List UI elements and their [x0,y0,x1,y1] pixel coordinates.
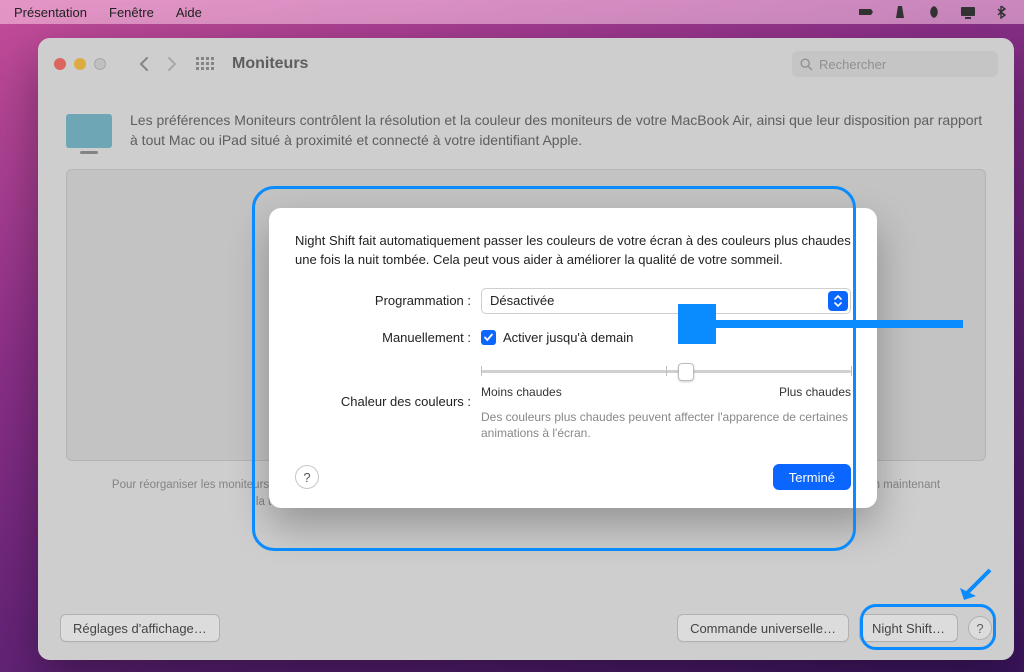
app-icon-1[interactable] [858,5,874,19]
schedule-value: Désactivée [490,293,554,308]
menu-presentation[interactable]: Présentation [14,5,87,20]
menu-window[interactable]: Fenêtre [109,5,154,20]
manual-checkbox[interactable] [481,330,496,345]
schedule-label: Programmation : [295,293,481,308]
warmth-note: Des couleurs plus chaudes peuvent affect… [481,409,851,443]
warmth-label: Chaleur des couleurs : [295,394,481,409]
checkmark-icon [483,332,494,343]
warmth-slider[interactable] [481,361,851,381]
schedule-select[interactable]: Désactivée [481,288,851,314]
menubar: Présentation Fenêtre Aide [0,0,1024,24]
sheet-intro: Night Shift fait automatiquement passer … [295,232,851,270]
warmth-max-label: Plus chaudes [779,385,851,399]
menu-help[interactable]: Aide [176,5,202,20]
chevron-updown-icon [828,291,848,311]
bluetooth-icon[interactable] [994,5,1010,19]
warmth-min-label: Moins chaudes [481,385,562,399]
done-button[interactable]: Terminé [773,464,851,490]
menubar-tray [858,5,1010,19]
leaf-icon[interactable] [926,5,942,19]
preferences-window: Moniteurs Rechercher Les préférences Mon… [38,38,1014,660]
night-shift-sheet: Night Shift fait automatiquement passer … [269,208,877,508]
manual-label: Manuellement : [295,330,481,345]
display-icon[interactable] [960,5,976,19]
sheet-help-button[interactable]: ? [295,465,319,489]
manual-checkbox-label[interactable]: Activer jusqu'à demain [503,330,633,345]
slider-knob[interactable] [678,363,694,381]
vlc-icon[interactable] [892,5,908,19]
